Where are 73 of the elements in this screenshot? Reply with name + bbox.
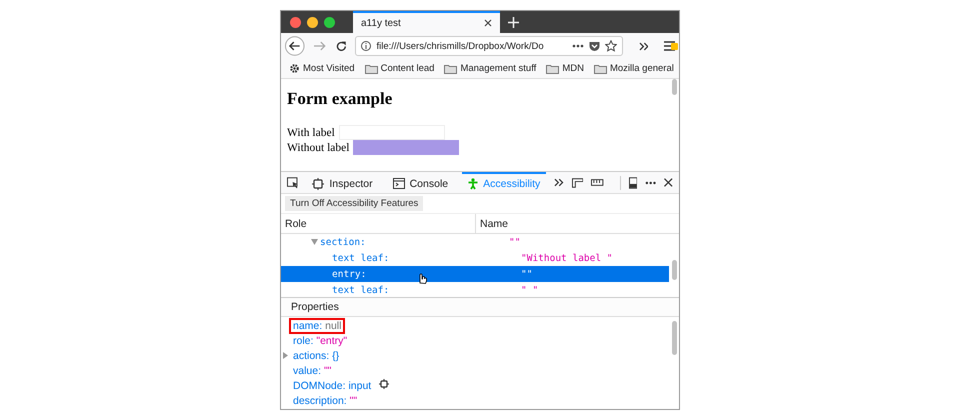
bookmark[interactable]: MDN	[546, 62, 584, 75]
close-icon[interactable]	[484, 19, 492, 27]
dock-icon[interactable]	[628, 176, 638, 188]
collapsed-icon[interactable]	[283, 352, 288, 359]
menu-icon[interactable]	[664, 41, 675, 51]
page-heading: Form example	[287, 89, 392, 109]
scrollbar[interactable]	[672, 321, 677, 355]
accessibility-icon	[468, 178, 478, 190]
highlight-box: name: null	[289, 318, 346, 334]
bookmark[interactable]: Most Visited	[289, 62, 355, 75]
console-icon	[392, 178, 405, 189]
overflow-icon[interactable]	[554, 178, 564, 187]
ruler-icon[interactable]	[572, 178, 584, 188]
column-header: Name	[479, 218, 508, 230]
bookmark[interactable]: Management stuff	[444, 62, 536, 75]
gear-icon	[289, 63, 300, 74]
role-text: entry:	[332, 268, 366, 280]
browser-tab[interactable]: a11y test	[353, 11, 500, 33]
bookmark[interactable]: Content lead	[364, 62, 434, 75]
ruler-icon[interactable]	[591, 179, 604, 186]
tree-row[interactable]: text leaf: "Without label "	[281, 250, 669, 266]
toggle-button[interactable]: Turn Off Accessibility Features	[285, 196, 424, 211]
folder-icon	[444, 64, 458, 74]
info-icon	[361, 41, 372, 51]
property: actions: {}	[292, 348, 340, 364]
devtools-tab[interactable]: Inspector	[306, 172, 379, 193]
tree-row[interactable]: section: ""	[281, 234, 669, 250]
bookmark[interactable]: Mozilla general	[594, 62, 674, 75]
property: description: ""	[292, 394, 358, 408]
name-text: " "	[521, 284, 538, 296]
window-control-icon[interactable]	[324, 16, 335, 28]
more-icon[interactable]	[572, 44, 584, 48]
property: value: ""	[292, 364, 332, 378]
back-icon[interactable]	[285, 36, 305, 56]
column-header: Role	[284, 218, 307, 230]
property: role: "entry"	[292, 334, 348, 348]
hand-cursor-icon	[417, 272, 427, 284]
overflow-icon[interactable]	[638, 42, 648, 50]
close-icon[interactable]	[664, 178, 673, 187]
role-text: text leaf:	[332, 284, 390, 296]
input-field[interactable]	[353, 140, 460, 155]
name-text: "Without label "	[521, 252, 613, 264]
window-control-icon[interactable]	[307, 16, 318, 28]
folder-icon	[594, 64, 607, 74]
tree-row[interactable]: text leaf: " "	[281, 282, 669, 297]
section-title: Properties	[291, 301, 339, 313]
property: DOMNode: input	[292, 378, 372, 394]
field-label: Without label	[287, 142, 350, 154]
name-text: ""	[521, 268, 532, 280]
tree-row[interactable]: entry: ""	[281, 266, 669, 282]
pocket-icon[interactable]	[589, 41, 600, 51]
notification-badge-icon	[671, 43, 678, 50]
role-text: text leaf:	[332, 252, 390, 264]
window-control-icon[interactable]	[290, 16, 301, 28]
address-bar[interactable]: file:///Users/chrismills/Dropbox/Work/Do	[355, 36, 624, 56]
new-tab-icon[interactable]	[508, 16, 519, 28]
name-text: ""	[509, 236, 520, 248]
element-picker-icon[interactable]	[287, 176, 298, 188]
devtools-tab[interactable]: Console	[386, 172, 454, 193]
role-text: section:	[320, 236, 366, 248]
folder-icon	[364, 64, 378, 74]
expanded-icon[interactable]	[311, 239, 318, 245]
scrollbar[interactable]	[672, 79, 677, 95]
star-icon[interactable]	[605, 40, 618, 52]
more-icon[interactable]	[645, 180, 656, 184]
tab-title: a11y test	[361, 18, 401, 28]
reload-icon[interactable]	[336, 40, 346, 52]
scrollbar[interactable]	[672, 260, 677, 280]
field-label: With label	[287, 126, 335, 138]
inspector-icon	[312, 178, 324, 190]
folder-icon	[546, 64, 560, 74]
inspect-node-icon[interactable]	[379, 379, 390, 389]
url-text: file:///Users/chrismills/Dropbox/Work/Do	[376, 40, 545, 52]
